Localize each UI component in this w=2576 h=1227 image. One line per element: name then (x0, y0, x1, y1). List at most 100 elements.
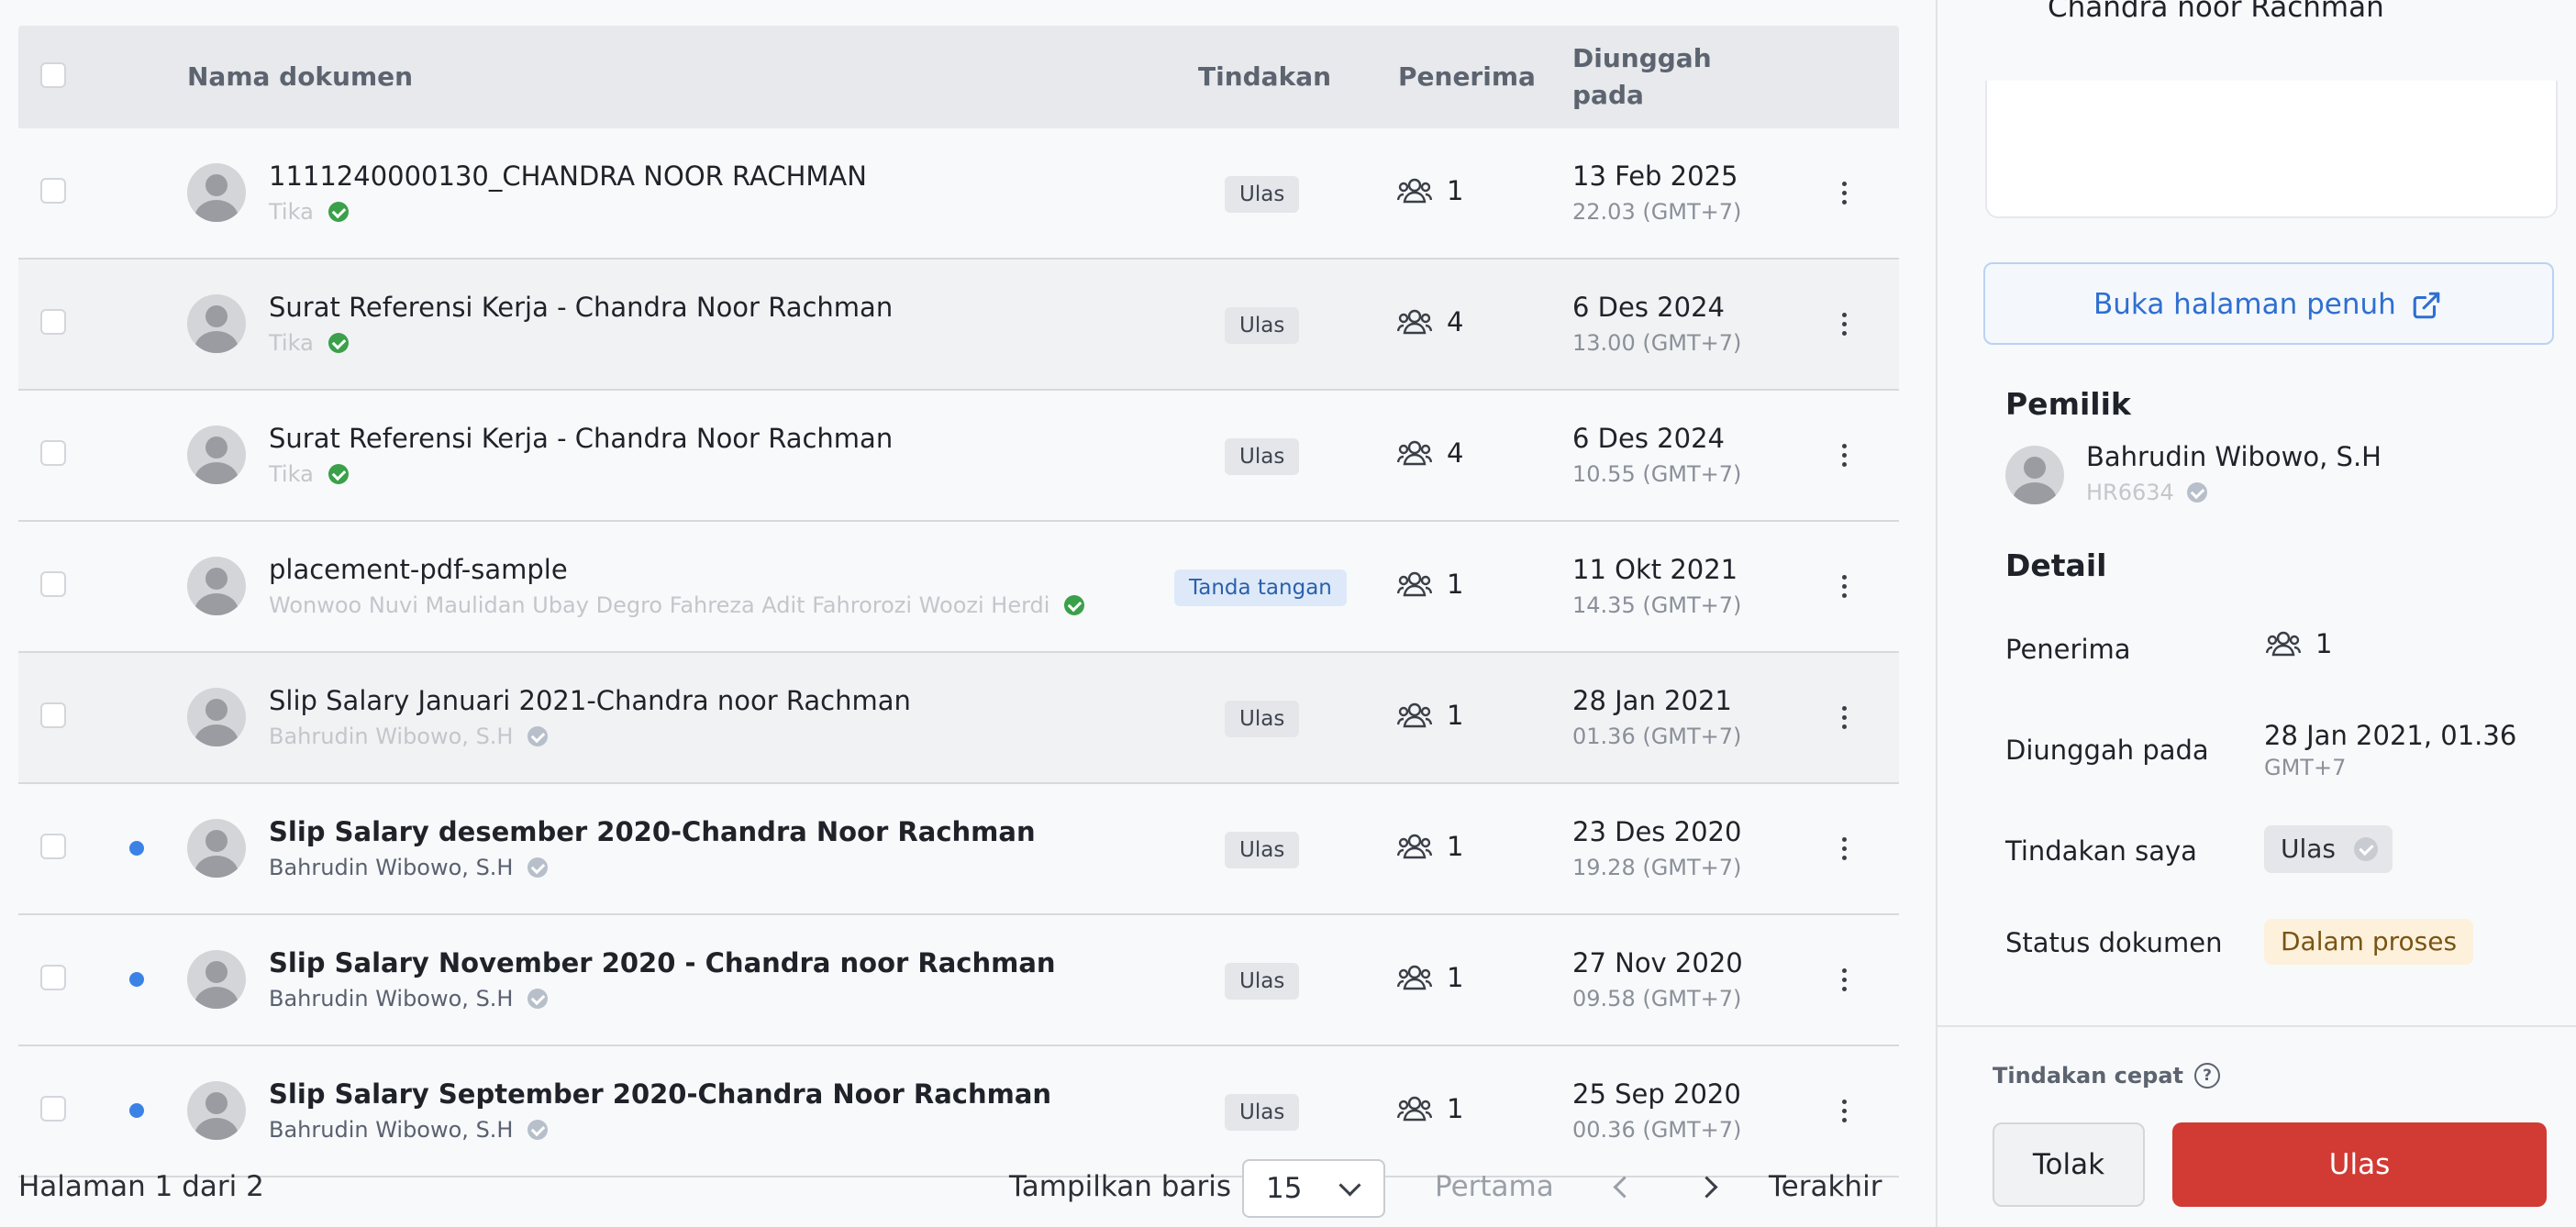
table-row[interactable]: Slip Salary desember 2020-Chandra Noor R… (18, 784, 1899, 915)
owner-id-text: HR6634 (2086, 480, 2174, 505)
users-icon (1397, 702, 1432, 728)
first-page-button[interactable]: Pertama (1435, 1166, 1554, 1207)
document-title[interactable]: Slip Salary November 2020 - Chandra noor… (269, 945, 1056, 981)
quick-actions-label: Tindakan cepat (1993, 1063, 2184, 1089)
document-sender: Bahrudin Wibowo, S.H (269, 1114, 549, 1145)
chevron-right-icon[interactable] (1695, 1176, 1718, 1199)
users-icon (1397, 834, 1432, 859)
table-row[interactable]: 1111240000130_CHANDRA NOOR RACHMAN Tika Ul… (18, 128, 1899, 260)
header-recipients: Penerima (1398, 61, 1536, 92)
sender-name: Bahrudin Wibowo, S.H (269, 855, 514, 880)
help-icon[interactable]: ? (2194, 1063, 2221, 1089)
rows-per-page-select[interactable]: 15 (1242, 1159, 1385, 1218)
verified-badge-icon (328, 202, 349, 222)
verified-badge-icon (527, 1120, 549, 1140)
kebab-menu-icon[interactable] (1835, 305, 1853, 342)
select-all-checkbox[interactable] (40, 62, 66, 88)
upload-date: 6 Des 2024 (1572, 423, 1725, 454)
table-body: 1111240000130_CHANDRA NOOR RACHMAN Tika Ul… (18, 128, 1899, 1177)
document-title[interactable]: Surat Referensi Kerja - Chandra Noor Rac… (269, 420, 893, 457)
verified-badge-icon (527, 726, 549, 746)
table-row[interactable]: Slip Salary September 2020-Chandra Noor … (18, 1046, 1899, 1177)
chevron-left-icon[interactable] (1613, 1176, 1636, 1199)
upload-time: 19.28 (GMT+7) (1572, 855, 1742, 880)
table-header: Nama dokumen Tindakan Penerima Diunggah … (18, 26, 1899, 128)
detail-section-title: Detail (2005, 547, 2107, 583)
sender-avatar (187, 294, 246, 353)
action-badge: Ulas (1225, 701, 1300, 737)
my-action-value: Ulas (2281, 834, 2337, 864)
row-checkbox[interactable] (40, 1096, 66, 1122)
recipient-count: 1 (1447, 700, 1464, 731)
sender-name: Wonwoo Nuvi Maulidan Ubay Degro Fahreza … (269, 592, 1050, 618)
row-checkbox[interactable] (40, 571, 66, 597)
document-title[interactable]: 1111240000130_CHANDRA NOOR RACHMAN (269, 158, 867, 194)
upload-date: 11 Okt 2021 (1572, 554, 1738, 585)
recipient-count: 4 (1447, 437, 1464, 469)
open-full-page-button[interactable]: Buka halaman penuh (1983, 262, 2554, 345)
document-sender: Tika (269, 327, 349, 359)
table-row[interactable]: placement-pdf-sample Wonwoo Nuvi Maulidan… (18, 522, 1899, 653)
row-checkbox[interactable] (40, 965, 66, 990)
kebab-menu-icon[interactable] (1835, 437, 1853, 473)
kebab-menu-icon[interactable] (1835, 1092, 1853, 1129)
row-checkbox[interactable] (40, 440, 66, 466)
upload-time: 01.36 (GMT+7) (1572, 724, 1742, 749)
header-uploaded-line2[interactable]: pada (1572, 77, 1644, 114)
document-title[interactable]: placement-pdf-sample (269, 551, 568, 588)
upload-date: 6 Des 2024 (1572, 292, 1725, 323)
action-badge: Ulas (1225, 832, 1300, 868)
document-list-panel: Nama dokumen Tindakan Penerima Diunggah … (0, 0, 1917, 1227)
page-info: Halaman 1 dari 2 (18, 1170, 264, 1203)
table-row[interactable]: Surat Referensi Kerja - Chandra Noor Rac… (18, 391, 1899, 522)
last-page-button[interactable]: Terakhir (1769, 1166, 1882, 1207)
users-icon (1397, 571, 1432, 597)
sender-avatar (187, 688, 246, 746)
detail-recipients-label: Penerima (2005, 634, 2131, 665)
header-name[interactable]: Nama dokumen (187, 59, 413, 95)
verified-badge-icon (1064, 595, 1085, 615)
detail-uploaded-label: Diunggah pada (2005, 735, 2209, 766)
reject-button[interactable]: Tolak (1993, 1122, 2145, 1207)
detail-status-label: Status dokumen (2005, 927, 2223, 958)
recipient-count: 1 (1447, 175, 1464, 206)
header-uploaded-line1[interactable]: Diunggah (1572, 40, 1712, 77)
document-title[interactable]: Slip Salary September 2020-Chandra Noor … (269, 1076, 1051, 1112)
kebab-menu-icon[interactable] (1835, 699, 1853, 735)
table-row[interactable]: Slip Salary Januari 2021-Chandra noor Ra… (18, 653, 1899, 784)
kebab-menu-icon[interactable] (1835, 961, 1853, 998)
upload-time: 22.03 (GMT+7) (1572, 199, 1742, 225)
detail-my-action-label: Tindakan saya (2005, 835, 2197, 867)
action-badge: Ulas (1225, 176, 1300, 213)
document-detail-panel: Chandra noor Rachman Buka halaman penuh … (1936, 0, 2576, 1227)
verified-badge-icon (527, 857, 549, 878)
recipient-count: 4 (1447, 306, 1464, 337)
document-sender: Wonwoo Nuvi Maulidan Ubay Degro Fahreza … (269, 590, 1085, 621)
row-checkbox[interactable] (40, 309, 66, 335)
sender-name: Tika (269, 199, 314, 225)
sender-name: Bahrudin Wibowo, S.H (269, 986, 514, 1011)
row-checkbox[interactable] (40, 834, 66, 859)
document-title[interactable]: Surat Referensi Kerja - Chandra Noor Rac… (269, 289, 893, 326)
document-preview[interactable] (1985, 81, 2558, 218)
upload-date: 28 Jan 2021 (1572, 685, 1732, 716)
sender-name: Bahrudin Wibowo, S.H (269, 724, 514, 749)
verified-badge-icon (2186, 482, 2207, 503)
unread-indicator (129, 972, 144, 987)
header-action: Tindakan (1198, 61, 1332, 92)
kebab-menu-icon[interactable] (1835, 568, 1853, 604)
kebab-menu-icon[interactable] (1835, 830, 1853, 867)
row-checkbox[interactable] (40, 702, 66, 728)
sender-avatar (187, 426, 246, 484)
upload-time: 13.00 (GMT+7) (1572, 330, 1742, 356)
kebab-menu-icon[interactable] (1835, 174, 1853, 211)
owner-name: Bahrudin Wibowo, S.H (2086, 441, 2382, 472)
document-title[interactable]: Slip Salary desember 2020-Chandra Noor R… (269, 813, 1036, 850)
table-row[interactable]: Slip Salary November 2020 - Chandra noor… (18, 915, 1899, 1046)
document-title[interactable]: Slip Salary Januari 2021-Chandra noor Ra… (269, 682, 911, 719)
sender-avatar (187, 163, 246, 222)
sender-avatar (187, 950, 246, 1009)
review-button[interactable]: Ulas (2172, 1122, 2547, 1207)
row-checkbox[interactable] (40, 178, 66, 204)
table-row[interactable]: Surat Referensi Kerja - Chandra Noor Rac… (18, 260, 1899, 391)
